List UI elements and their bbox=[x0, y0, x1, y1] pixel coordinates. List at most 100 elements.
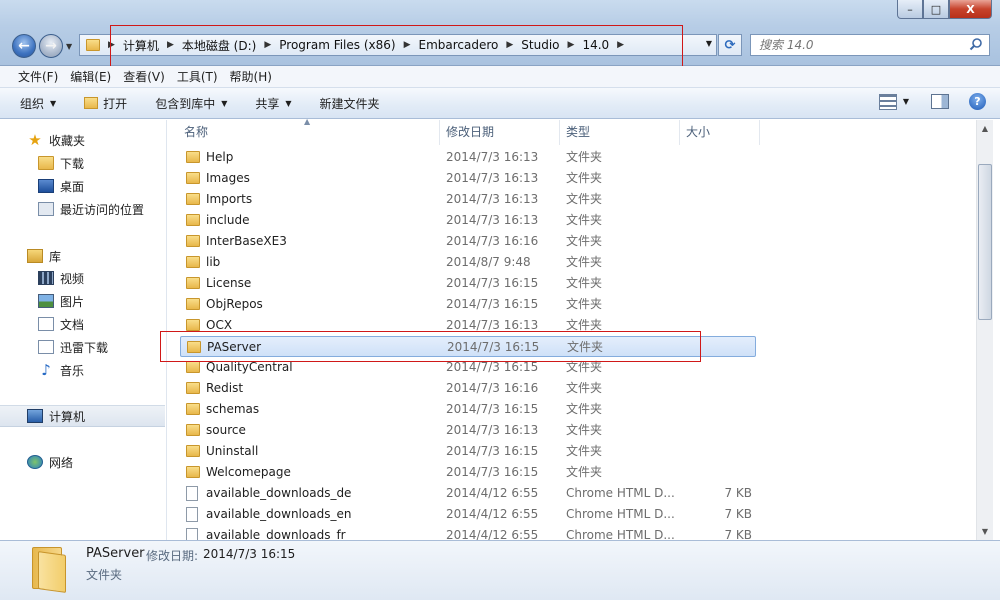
minimize-button[interactable]: – bbox=[897, 0, 923, 19]
vertical-scrollbar[interactable]: ▲ ▼ bbox=[976, 120, 993, 540]
nav-videos[interactable]: 视频 bbox=[0, 267, 165, 289]
file-type: Chrome HTML D... bbox=[566, 528, 675, 540]
scroll-down-button[interactable]: ▼ bbox=[977, 523, 993, 540]
downloads-folder-icon bbox=[38, 156, 54, 170]
nav-music[interactable]: ♪ 音乐 bbox=[0, 359, 165, 381]
folder-icon bbox=[186, 256, 200, 268]
folder-icon bbox=[186, 193, 200, 205]
file-row[interactable]: available_downloads_en 2014/4/12 6:55 Chro… bbox=[180, 504, 756, 525]
menu-help[interactable]: 帮助(H) bbox=[224, 68, 278, 85]
search-box[interactable] bbox=[750, 34, 990, 56]
file-type: 文件夹 bbox=[566, 192, 603, 206]
file-type: 文件夹 bbox=[566, 381, 603, 395]
file-row[interactable]: Welcomepage 2014/7/3 16:15 文件夹 bbox=[180, 462, 756, 483]
file-name: License bbox=[206, 276, 252, 290]
include-in-library-button[interactable]: 包含到库中 ▼ bbox=[155, 95, 227, 112]
help-icon[interactable]: ? bbox=[969, 93, 986, 110]
file-row[interactable]: source 2014/7/3 16:13 文件夹 bbox=[180, 420, 756, 441]
file-row[interactable]: available_downloads_de 2014/4/12 6:55 Chro… bbox=[180, 483, 756, 504]
file-row[interactable]: lib 2014/8/7 9:48 文件夹 bbox=[180, 252, 756, 273]
file-name: available_downloads_de bbox=[206, 486, 352, 500]
nav-thunder-downloads[interactable]: 迅雷下载 bbox=[0, 336, 165, 358]
nav-recent-places[interactable]: 最近访问的位置 bbox=[0, 198, 165, 220]
column-size[interactable]: 大小 bbox=[680, 120, 760, 145]
file-type: 文件夹 bbox=[566, 444, 603, 458]
details-date-label: 修改日期: bbox=[146, 549, 199, 563]
file-size: 7 KB bbox=[724, 507, 752, 521]
file-row[interactable]: Uninstall 2014/7/3 16:15 文件夹 bbox=[180, 441, 756, 462]
file-row[interactable]: Images 2014/7/3 16:13 文件夹 bbox=[180, 168, 756, 189]
view-mode-icon[interactable] bbox=[878, 93, 897, 110]
column-date-modified[interactable]: 修改日期 bbox=[440, 120, 560, 145]
folder-icon bbox=[186, 445, 200, 457]
network-icon bbox=[27, 455, 43, 469]
open-button[interactable]: 打开 bbox=[84, 95, 127, 112]
file-type: 文件夹 bbox=[566, 423, 603, 437]
view-dropdown-arrow[interactable]: ▼ bbox=[903, 97, 909, 106]
folder-icon bbox=[186, 361, 200, 373]
file-size bbox=[680, 399, 752, 420]
file-size bbox=[680, 252, 752, 273]
library-icon bbox=[27, 249, 43, 263]
refresh-button[interactable]: ⟳ bbox=[718, 34, 742, 56]
file-date-modified: 2014/7/3 16:15 bbox=[446, 297, 539, 311]
chevron-down-icon: ▼ bbox=[285, 98, 292, 108]
selected-row-highlight-box bbox=[160, 331, 701, 362]
file-date-modified: 2014/8/7 9:48 bbox=[446, 255, 531, 269]
nav-pictures[interactable]: 图片 bbox=[0, 290, 165, 312]
search-icon[interactable] bbox=[969, 37, 983, 51]
nav-pictures-label: 图片 bbox=[60, 294, 85, 309]
address-history-dropdown[interactable]: ▼ bbox=[706, 39, 712, 48]
scroll-up-button[interactable]: ▲ bbox=[977, 120, 993, 137]
folder-icon bbox=[186, 298, 200, 310]
folder-icon bbox=[186, 403, 200, 415]
file-date-modified: 2014/7/3 16:15 bbox=[446, 444, 539, 458]
nav-favorites[interactable]: ★ 收藏夹 bbox=[0, 129, 165, 151]
file-row[interactable]: available_downloads_fr 2014/4/12 6:55 Chro… bbox=[180, 525, 756, 540]
forward-button[interactable]: → bbox=[39, 34, 63, 58]
file-row[interactable]: License 2014/7/3 16:15 文件夹 bbox=[180, 273, 756, 294]
file-row[interactable]: Redist 2014/7/3 16:16 文件夹 bbox=[180, 378, 756, 399]
column-name[interactable]: 名称 bbox=[178, 120, 440, 145]
nav-documents[interactable]: 文档 bbox=[0, 313, 165, 335]
folder-icon bbox=[186, 466, 200, 478]
nav-desktop[interactable]: 桌面 bbox=[0, 175, 165, 197]
file-size bbox=[680, 189, 752, 210]
nav-libraries[interactable]: 库 bbox=[0, 245, 165, 267]
file-size bbox=[680, 168, 752, 189]
column-type[interactable]: 类型 bbox=[560, 120, 680, 145]
nav-downloads[interactable]: 下载 bbox=[0, 152, 165, 174]
file-row[interactable]: ObjRepos 2014/7/3 16:15 文件夹 bbox=[180, 294, 756, 315]
menu-tools[interactable]: 工具(T) bbox=[171, 68, 224, 85]
search-input[interactable] bbox=[751, 35, 951, 55]
file-row[interactable]: schemas 2014/7/3 16:15 文件夹 bbox=[180, 399, 756, 420]
back-button[interactable]: ← bbox=[12, 34, 36, 58]
file-row[interactable]: Help 2014/7/3 16:13 文件夹 bbox=[180, 147, 756, 168]
preview-pane-icon[interactable] bbox=[931, 94, 949, 109]
organize-button[interactable]: 组织 ▼ bbox=[20, 95, 56, 112]
file-size bbox=[680, 273, 752, 294]
file-type: 文件夹 bbox=[566, 465, 603, 479]
file-type: Chrome HTML D... bbox=[566, 507, 675, 521]
menu-file[interactable]: 文件(F) bbox=[12, 68, 64, 85]
close-button[interactable]: X bbox=[949, 0, 992, 19]
menu-edit[interactable]: 编辑(E) bbox=[64, 68, 117, 85]
video-icon bbox=[38, 271, 54, 285]
new-folder-button[interactable]: 新建文件夹 bbox=[320, 95, 380, 112]
nav-desktop-label: 桌面 bbox=[60, 179, 85, 194]
file-name: Welcomepage bbox=[206, 465, 291, 479]
window-controls: – □ X bbox=[897, 0, 992, 20]
large-folder-icon bbox=[28, 547, 68, 593]
file-row[interactable]: Imports 2014/7/3 16:13 文件夹 bbox=[180, 189, 756, 210]
menu-view[interactable]: 查看(V) bbox=[117, 68, 171, 85]
maximize-button[interactable]: □ bbox=[923, 0, 949, 19]
scroll-thumb[interactable] bbox=[978, 164, 992, 320]
nav-computer-label: 计算机 bbox=[49, 409, 86, 424]
nav-network[interactable]: 网络 bbox=[0, 451, 165, 473]
file-row[interactable]: InterBaseXE3 2014/7/3 16:16 文件夹 bbox=[180, 231, 756, 252]
nav-computer[interactable]: 计算机 bbox=[0, 405, 165, 427]
recent-pages-dropdown[interactable]: ▼ bbox=[66, 42, 72, 51]
file-type: 文件夹 bbox=[566, 150, 603, 164]
share-button[interactable]: 共享 ▼ bbox=[255, 95, 291, 112]
file-row[interactable]: include 2014/7/3 16:13 文件夹 bbox=[180, 210, 756, 231]
